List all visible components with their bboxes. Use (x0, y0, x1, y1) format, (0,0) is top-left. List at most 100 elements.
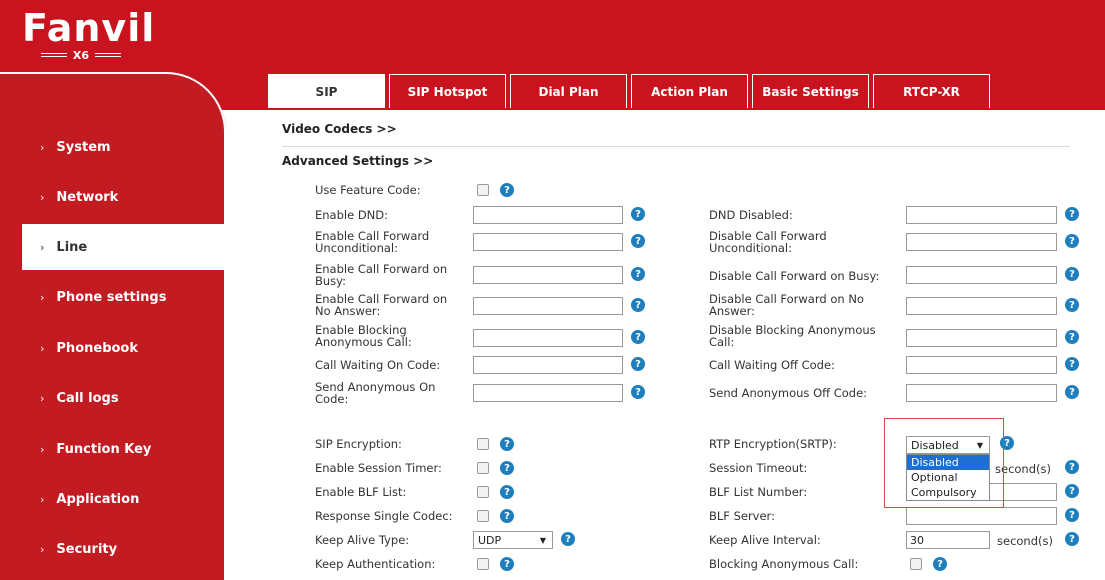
disable-cf-uncond-label: Disable Call Forward Unconditional: (709, 229, 827, 255)
option-disabled[interactable]: Disabled (907, 455, 989, 470)
sidebar-item-call-logs[interactable]: › Call logs (0, 375, 224, 421)
help-icon[interactable]: ? (561, 532, 575, 546)
sip-encryption-checkbox[interactable] (477, 438, 489, 450)
dnd-disabled-input[interactable] (906, 206, 1057, 224)
help-icon[interactable]: ? (1065, 330, 1079, 344)
keep-alive-type-label: Keep Alive Type: (315, 533, 410, 547)
disable-cf-busy-input[interactable] (906, 266, 1057, 284)
model-label: X6 (72, 48, 90, 62)
enable-cf-busy-input[interactable] (473, 266, 623, 284)
help-icon[interactable]: ? (500, 461, 514, 475)
tab-dial-plan[interactable]: Dial Plan (510, 74, 627, 108)
seconds-unit: second(s) (997, 534, 1053, 548)
video-codecs-toggle[interactable]: Video Codecs >> (282, 122, 397, 136)
sidebar-item-phonebook[interactable]: › Phonebook (0, 325, 224, 371)
sidebar-item-phone-settings[interactable]: › Phone settings (0, 274, 224, 320)
enable-dnd-label: Enable DND: (315, 208, 389, 222)
help-icon[interactable]: ? (631, 298, 645, 312)
blf-server-label: BLF Server: (709, 509, 775, 523)
help-icon[interactable]: ? (933, 557, 947, 571)
session-timeout-label: Session Timeout: (709, 461, 808, 475)
help-icon[interactable]: ? (1065, 357, 1079, 371)
help-icon[interactable]: ? (1065, 267, 1079, 281)
help-icon[interactable]: ? (631, 330, 645, 344)
chevron-right-icon: › (40, 391, 45, 405)
help-icon[interactable]: ? (1065, 508, 1079, 522)
disable-cf-busy-label: Disable Call Forward on Busy: (709, 269, 880, 283)
use-feature-code-checkbox[interactable] (477, 184, 489, 196)
response-single-codec-checkbox[interactable] (477, 510, 489, 522)
help-icon[interactable]: ? (1000, 436, 1014, 450)
keep-alive-type-select[interactable]: UDP ▼ (473, 531, 553, 549)
chevron-right-icon: › (40, 190, 45, 204)
help-icon[interactable]: ? (500, 485, 514, 499)
enable-cf-uncond-input[interactable] (473, 233, 623, 251)
sidebar-item-security[interactable]: › Security (0, 526, 224, 572)
tab-sip-hotspot[interactable]: SIP Hotspot (389, 74, 506, 108)
help-icon[interactable]: ? (1065, 460, 1079, 474)
option-optional[interactable]: Optional (907, 470, 989, 485)
session-timer-checkbox[interactable] (477, 462, 489, 474)
send-anon-off-label: Send Anonymous Off Code: (709, 386, 868, 400)
sidebar-item-system[interactable]: › System (0, 124, 224, 170)
rtp-encryption-select[interactable]: Disabled ▼ (906, 436, 990, 454)
rtp-encryption-label: RTP Encryption(SRTP): (709, 437, 837, 451)
blf-list-checkbox[interactable] (477, 486, 489, 498)
tab-rtcp-xr[interactable]: RTCP-XR (873, 74, 990, 108)
seconds-unit: second(s) (995, 462, 1051, 476)
use-feature-code-label: Use Feature Code: (315, 183, 421, 197)
rtp-encryption-options: Disabled Optional Compulsory (906, 454, 990, 501)
help-icon[interactable]: ? (500, 509, 514, 523)
enable-cf-noanswer-input[interactable] (473, 297, 623, 315)
help-icon[interactable]: ? (631, 385, 645, 399)
keep-alive-interval-input[interactable]: 30 (906, 531, 990, 549)
chevron-right-icon: › (40, 492, 45, 506)
tab-action-plan[interactable]: Action Plan (631, 74, 748, 108)
option-compulsory[interactable]: Compulsory (907, 485, 989, 500)
tab-bar: SIP SIP Hotspot Dial Plan Action Plan Ba… (268, 74, 990, 108)
help-icon[interactable]: ? (1065, 207, 1079, 221)
tab-basic-settings[interactable]: Basic Settings (752, 74, 869, 108)
sidebar-item-application[interactable]: › Application (0, 476, 224, 522)
help-icon[interactable]: ? (1065, 298, 1079, 312)
help-icon[interactable]: ? (500, 557, 514, 571)
send-anon-on-label: Send Anonymous On Code: (315, 380, 436, 406)
dropdown-arrow-icon: ▼ (539, 535, 546, 545)
chevron-right-icon: › (40, 442, 45, 456)
disable-block-anon-input[interactable] (906, 329, 1057, 347)
response-single-codec-label: Response Single Codec: (315, 509, 453, 523)
cw-on-input[interactable] (473, 356, 623, 374)
sidebar-item-function-key[interactable]: › Function Key (0, 426, 224, 472)
advanced-settings-toggle[interactable]: Advanced Settings >> (282, 154, 433, 168)
help-icon[interactable]: ? (631, 207, 645, 221)
help-icon[interactable]: ? (631, 267, 645, 281)
help-icon[interactable]: ? (1065, 385, 1079, 399)
help-icon[interactable]: ? (1065, 484, 1079, 498)
help-icon[interactable]: ? (631, 234, 645, 248)
enable-block-anon-input[interactable] (473, 329, 623, 347)
blf-server-input[interactable] (906, 507, 1057, 525)
help-icon[interactable]: ? (631, 357, 645, 371)
send-anon-on-input[interactable] (473, 384, 623, 402)
cw-off-input[interactable] (906, 356, 1057, 374)
divider (282, 146, 1070, 147)
chevron-right-icon: › (40, 341, 45, 355)
fanvil-logo: Fanvil X6 (22, 6, 156, 62)
help-icon[interactable]: ? (500, 437, 514, 451)
disable-cf-uncond-input[interactable] (906, 233, 1057, 251)
sip-settings-panel: Video Codecs >> Advanced Settings >> Use… (262, 110, 1105, 580)
enable-dnd-input[interactable] (473, 206, 623, 224)
keep-auth-checkbox[interactable] (477, 558, 489, 570)
help-icon[interactable]: ? (1065, 532, 1079, 546)
sidebar-item-network[interactable]: › Network (0, 174, 224, 220)
help-icon[interactable]: ? (500, 183, 514, 197)
disable-cf-noanswer-input[interactable] (906, 297, 1057, 315)
sidebar: › System › Network › Line › Phone settings ›… (0, 72, 226, 580)
sidebar-item-line[interactable]: › Line (22, 224, 226, 270)
blocking-anon-checkbox[interactable] (910, 558, 922, 570)
send-anon-off-input[interactable] (906, 384, 1057, 402)
enable-cf-noanswer-label: Enable Call Forward on No Answer: (315, 292, 448, 318)
help-icon[interactable]: ? (1065, 234, 1079, 248)
tab-sip[interactable]: SIP (268, 74, 385, 108)
chevron-right-icon: › (40, 542, 45, 556)
